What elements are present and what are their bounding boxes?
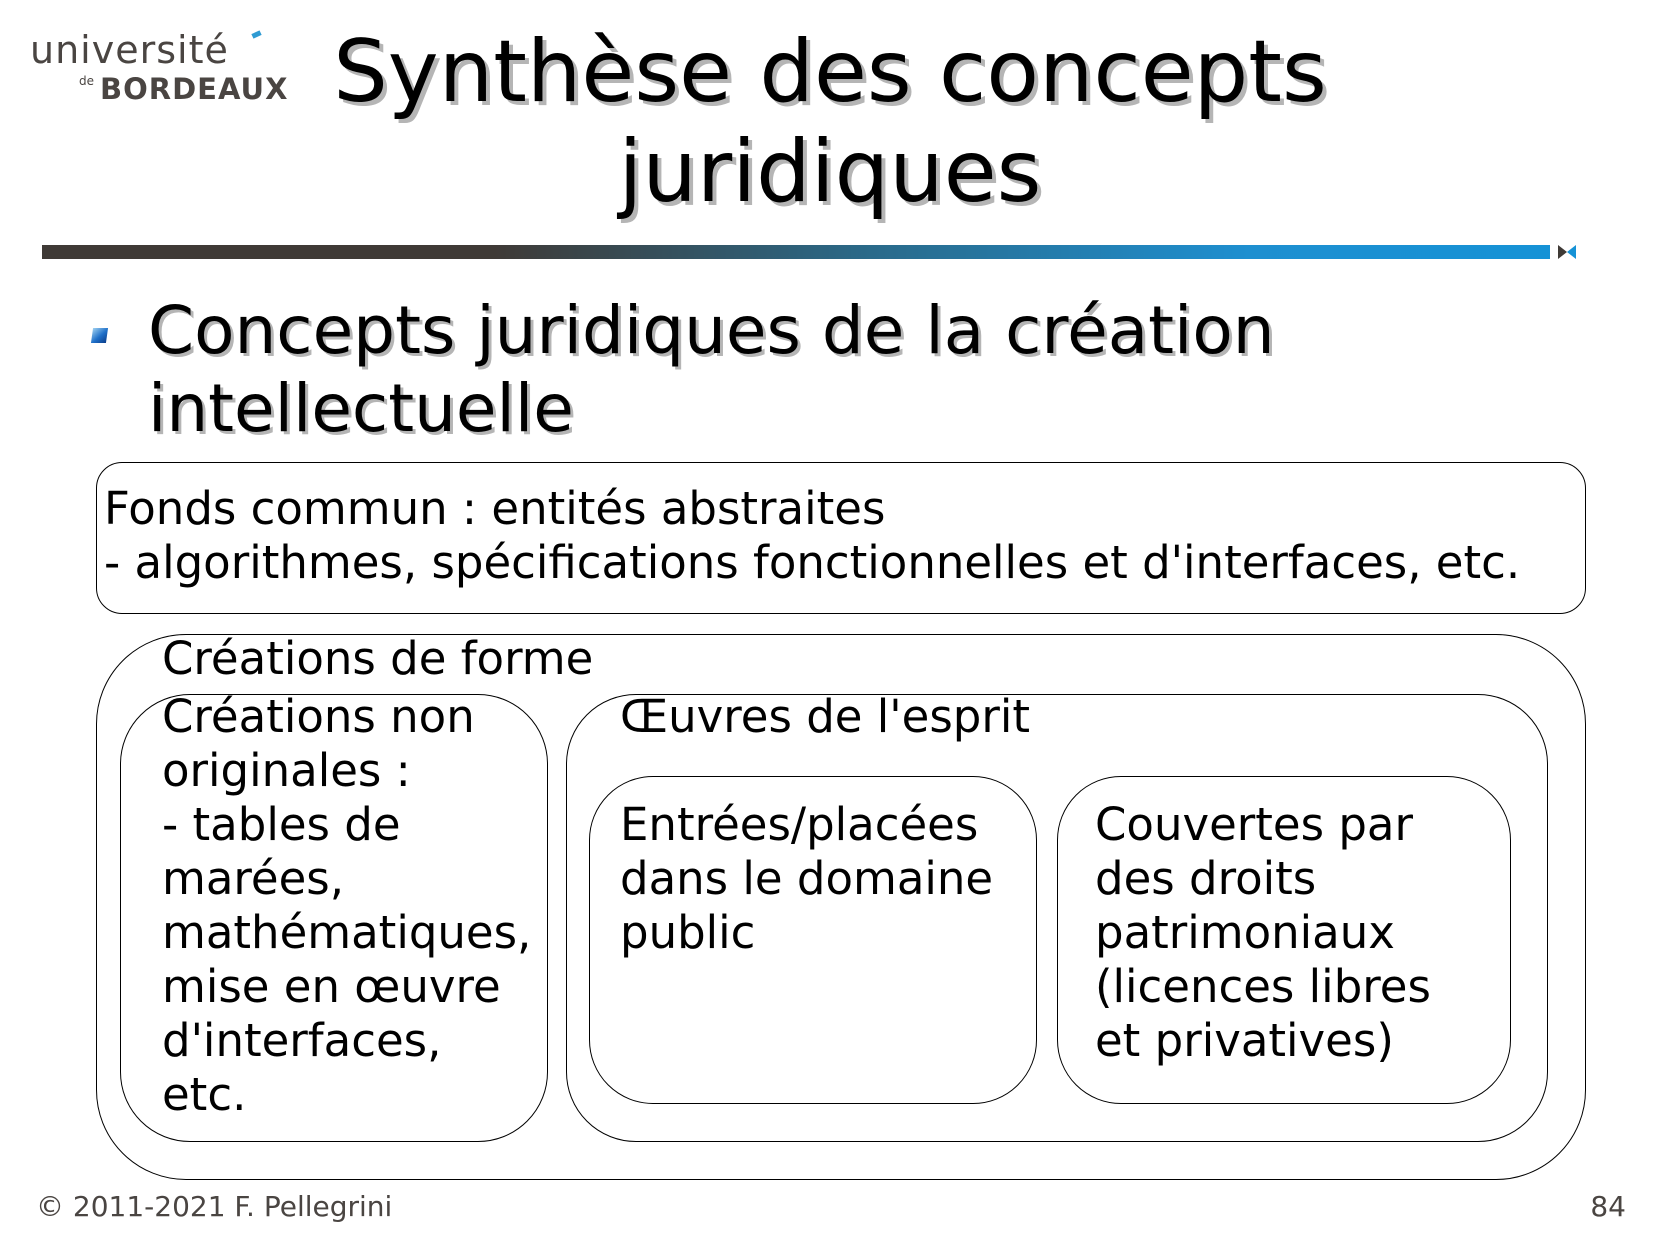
page-number: 84 xyxy=(1590,1190,1626,1223)
slide-title: Synthèse des concepts juridiques xyxy=(333,22,1327,222)
creations-forme-label: Créations de forme xyxy=(162,632,594,685)
oeuvres-esprit-label: Œuvres de l'esprit xyxy=(620,690,1031,743)
fonds-commun-label: Fonds commun : entités abstraites - algo… xyxy=(104,482,1521,589)
bullet-square-icon xyxy=(90,328,109,343)
logo-de: de xyxy=(79,74,94,88)
droits-patrimoniaux-label: Couvertes par des droits patrimoniaux (l… xyxy=(1095,798,1431,1067)
logo-line2: BORDEAUX xyxy=(100,72,289,106)
rule-end-icon xyxy=(1558,245,1576,259)
bullet-heading: Concepts juridiques de la création intel… xyxy=(148,292,1275,447)
logo-line1: université xyxy=(30,28,229,72)
title-rule xyxy=(42,245,1550,259)
creations-non-originales-label: Créations non originales : - tables de m… xyxy=(162,690,532,1121)
footer-copyright: © 2011-2021 F. Pellegrini xyxy=(36,1190,393,1223)
domaine-public-label: Entrées/placées dans le domaine public xyxy=(620,798,994,959)
logo-accent-mark xyxy=(251,30,262,39)
university-logo: université de BORDEAUX xyxy=(30,28,287,108)
